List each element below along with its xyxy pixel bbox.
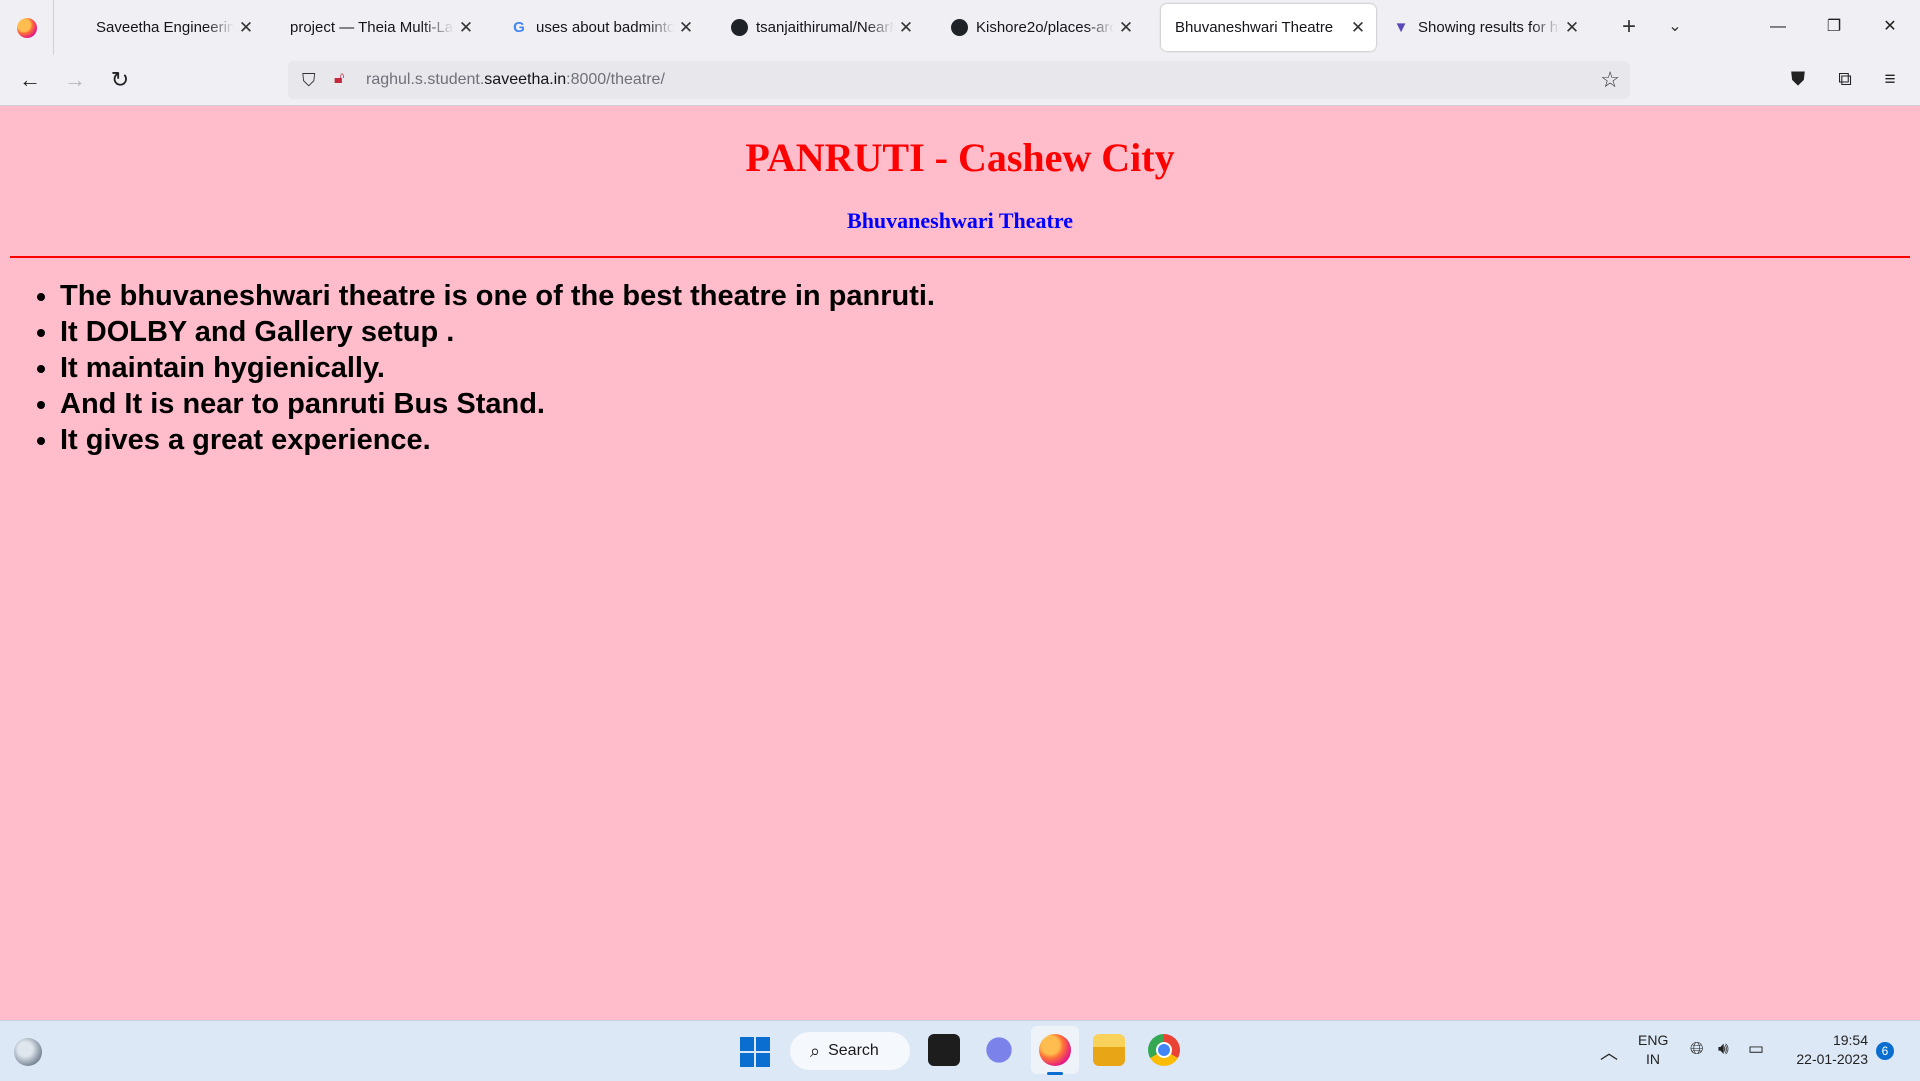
chrome-icon[interactable] xyxy=(1148,1034,1180,1066)
show-hidden-icons-chevron-icon[interactable]: ︿ xyxy=(1600,1039,1618,1065)
tab-showing-results[interactable]: ▼ Showing results for https ✕ xyxy=(1378,4,1590,51)
close-icon[interactable]: ✕ xyxy=(1118,18,1134,38)
google-icon: G xyxy=(513,19,525,36)
clock[interactable]: 19:54 22-01-2023 xyxy=(1784,1031,1868,1069)
tab-bhuvaneshwari-theatre[interactable]: Bhuvaneshwari Theatre ✕ xyxy=(1161,4,1376,51)
tab-bar: Saveetha Engineering Colle ✕ project — T… xyxy=(0,0,1920,55)
region-code: IN xyxy=(1646,1051,1660,1067)
search-label: Search xyxy=(828,1042,879,1059)
list-item: The bhuvaneshwari theatre is one of the … xyxy=(60,278,935,314)
forward-button[interactable]: → xyxy=(57,62,93,98)
tracking-protection-icon[interactable]: ⛉ xyxy=(302,70,316,91)
close-icon[interactable]: ✕ xyxy=(1564,18,1580,38)
minimize-button[interactable]: — xyxy=(1750,0,1806,54)
task-view-icon[interactable] xyxy=(928,1034,960,1066)
insecure-connection-icon[interactable]: 🔓︎ xyxy=(334,70,344,88)
active-app-indicator xyxy=(1047,1072,1063,1075)
tab-title: Saveetha Engineering Colle xyxy=(96,19,234,36)
list-item: It maintain hygienically. xyxy=(60,350,935,386)
weather-widget-icon[interactable] xyxy=(14,1038,42,1066)
volume-icon[interactable]: 🔊︎ xyxy=(1718,1039,1729,1059)
start-button[interactable] xyxy=(740,1037,770,1067)
tab-title: Bhuvaneshwari Theatre xyxy=(1175,19,1334,36)
wolf-icon: ▼ xyxy=(1393,19,1409,36)
divider xyxy=(10,256,1910,258)
tab-google[interactable]: G uses about badminton ✕ xyxy=(496,4,704,51)
firefox-icon xyxy=(1039,1034,1071,1066)
list-item: And It is near to panruti Bus Stand. xyxy=(60,386,935,422)
url-domain: saveetha.in xyxy=(484,71,567,88)
windows-taskbar: ⌕ Search ︿ ENG IN 🌐︎ 🔊︎ ▭ 19:54 22-01-20… xyxy=(0,1020,1920,1081)
tab-github-nearme[interactable]: tsanjaithirumal/NearMe ✕ xyxy=(716,4,924,51)
close-icon[interactable]: ✕ xyxy=(458,18,474,38)
tab-title: project — Theia Multi-Lang xyxy=(290,19,454,36)
list-item: It DOLBY and Gallery setup . xyxy=(60,314,935,350)
close-icon[interactable]: ✕ xyxy=(678,18,694,38)
taskbar-search-button[interactable]: ⌕ Search xyxy=(790,1032,910,1070)
hamburger-menu-icon[interactable]: ≡ xyxy=(1872,62,1908,98)
url-text[interactable]: raghul.s.student.saveetha.in:8000/theatr… xyxy=(366,61,665,99)
restore-button[interactable]: ❐ xyxy=(1806,0,1862,54)
file-explorer-icon[interactable] xyxy=(1093,1034,1125,1066)
page-content: PANRUTI - Cashew City Bhuvaneshwari Thea… xyxy=(0,106,1920,1020)
notification-badge[interactable]: 6 xyxy=(1876,1042,1894,1060)
tab-title: uses about badminton xyxy=(536,19,674,36)
time-text: 19:54 xyxy=(1832,1032,1868,1048)
search-icon: ⌕ xyxy=(810,1040,821,1061)
browser-chrome: Saveetha Engineering Colle ✕ project — T… xyxy=(0,0,1920,106)
extensions-icon[interactable]: ⧉ xyxy=(1827,62,1863,98)
tab-theia[interactable]: project — Theia Multi-Lang ✕ xyxy=(276,4,484,51)
close-icon[interactable]: ✕ xyxy=(898,18,914,38)
saveetha-icon xyxy=(70,19,88,37)
close-icon[interactable]: ✕ xyxy=(238,18,254,38)
tab-github-places[interactable]: Kishore2o/places-around ✕ xyxy=(936,4,1144,51)
address-bar[interactable]: ⛉ 🔓︎ raghul.s.student.saveetha.in:8000/t… xyxy=(288,61,1630,99)
page-title: PANRUTI - Cashew City xyxy=(745,135,1175,180)
tab-title: tsanjaithirumal/NearMe xyxy=(756,19,894,36)
close-icon[interactable]: ✕ xyxy=(1350,18,1366,38)
network-globe-icon[interactable]: 🌐︎ xyxy=(1690,1039,1704,1059)
url-path: :8000/theatre/ xyxy=(566,71,665,88)
github-icon xyxy=(950,19,968,37)
firefox-menu-icon[interactable] xyxy=(0,0,54,55)
language-code: ENG xyxy=(1638,1032,1669,1048)
teams-chat-icon[interactable] xyxy=(983,1034,1015,1066)
battery-icon[interactable]: ▭ xyxy=(1748,1039,1764,1059)
page-subtitle: Bhuvaneshwari Theatre xyxy=(847,208,1073,233)
firefox-taskbar-button[interactable] xyxy=(1031,1026,1079,1075)
close-window-button[interactable]: ✕ xyxy=(1862,0,1918,54)
back-button[interactable]: ← xyxy=(12,62,48,98)
navigation-toolbar: ← → ↻ ⛉ 🔓︎ raghul.s.student.saveetha.in:… xyxy=(0,55,1920,105)
url-prefix: raghul.s.student. xyxy=(366,71,485,88)
pocket-icon[interactable]: ⛊ xyxy=(1780,62,1816,98)
tab-title: Showing results for https xyxy=(1418,19,1560,36)
new-tab-button[interactable]: + xyxy=(1612,10,1646,44)
list-all-tabs-button[interactable]: ⌄ xyxy=(1658,10,1692,44)
reload-button[interactable]: ↻ xyxy=(102,62,138,98)
tab-title: Kishore2o/places-around xyxy=(976,19,1114,36)
date-text: 22-01-2023 xyxy=(1796,1051,1868,1067)
bookmark-star-icon[interactable]: ☆ xyxy=(1600,67,1620,93)
github-icon xyxy=(730,19,748,37)
input-language-indicator[interactable]: ENG IN xyxy=(1638,1031,1668,1069)
theatre-facts-list: The bhuvaneshwari theatre is one of the … xyxy=(0,278,935,458)
list-item: It gives a great experience. xyxy=(60,422,935,458)
tab-saveetha[interactable]: Saveetha Engineering Colle ✕ xyxy=(56,4,264,51)
